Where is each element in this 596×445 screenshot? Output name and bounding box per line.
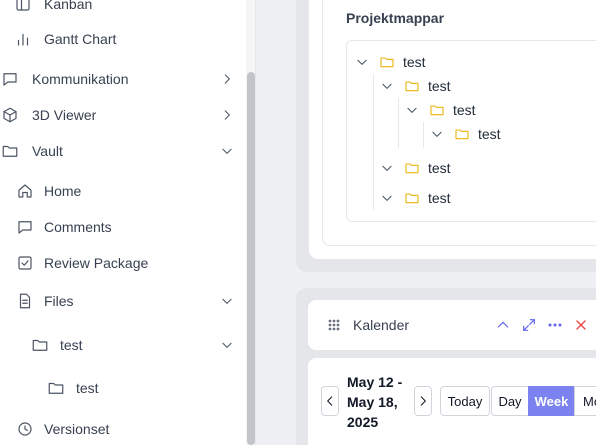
chevron-down-icon[interactable] bbox=[405, 103, 419, 117]
message-square-icon bbox=[16, 218, 34, 236]
message-square-icon bbox=[1, 70, 19, 88]
sidebar-item-label: Vault bbox=[32, 143, 63, 159]
tree-guide-line bbox=[398, 98, 399, 148]
tree-node[interactable]: test bbox=[355, 51, 426, 73]
sidebar-item-kanban[interactable]: Kanban bbox=[0, 0, 244, 20]
sidebar-item-vault[interactable]: Vault bbox=[0, 135, 244, 167]
next-week-button[interactable] bbox=[414, 386, 432, 416]
sidebar-item-label: Kanban bbox=[44, 0, 93, 12]
file-text-icon bbox=[16, 292, 34, 310]
tree-node[interactable]: test bbox=[430, 123, 501, 145]
chevron-down-icon bbox=[219, 337, 235, 353]
sidebar-item-label: Versionset bbox=[44, 421, 110, 437]
sidebar-item-folder-test[interactable]: test bbox=[0, 329, 244, 361]
home-icon bbox=[16, 182, 34, 200]
tree-node[interactable]: test bbox=[380, 187, 451, 209]
folder-icon bbox=[429, 102, 445, 118]
folder-icon bbox=[47, 379, 65, 397]
sidebar-item-gantt-chart[interactable]: Gantt Chart bbox=[0, 23, 244, 55]
folder-icon bbox=[379, 54, 395, 70]
tree-node-label: test bbox=[478, 126, 501, 142]
check-square-icon bbox=[16, 254, 34, 272]
tree-node-label: test bbox=[428, 78, 451, 94]
chevron-right-icon bbox=[219, 107, 235, 123]
tree-guide-line bbox=[423, 122, 424, 148]
sidebar-item-label: Review Package bbox=[44, 255, 149, 271]
folder-icon bbox=[404, 190, 420, 206]
more-icon[interactable] bbox=[546, 316, 564, 334]
chevron-down-icon[interactable] bbox=[380, 79, 394, 93]
date-range-label: May 12 - May 18, 2025 bbox=[347, 374, 403, 430]
sidebar-item-label: test bbox=[60, 337, 83, 353]
sidebar-scrollbar-thumb[interactable] bbox=[247, 72, 255, 445]
sidebar-item-label: test bbox=[76, 380, 99, 396]
sidebar-item-label: Home bbox=[44, 183, 82, 199]
expand-icon[interactable] bbox=[520, 316, 538, 334]
tree-node-label: test bbox=[428, 190, 451, 206]
chevron-down-icon[interactable] bbox=[380, 191, 394, 205]
kanban-icon bbox=[14, 0, 32, 13]
chevron-down-icon bbox=[219, 293, 235, 309]
sidebar-item-kommunikation[interactable]: Kommunikation bbox=[0, 63, 244, 95]
sidebar-item-review-package[interactable]: Review Package bbox=[0, 247, 244, 279]
sidebar-item-3d-viewer[interactable]: 3D Viewer bbox=[0, 99, 244, 131]
sidebar-item-comments[interactable]: Comments bbox=[0, 211, 244, 243]
chevron-right-icon bbox=[219, 71, 235, 87]
sidebar-item-home[interactable]: Home bbox=[0, 175, 244, 207]
folder-icon bbox=[1, 142, 19, 160]
view-month-button[interactable]: Mo bbox=[574, 386, 596, 416]
view-week-button[interactable]: Week bbox=[528, 386, 575, 416]
chevron-up-icon[interactable] bbox=[494, 316, 512, 334]
prev-week-button[interactable] bbox=[321, 386, 339, 416]
folder-icon bbox=[404, 160, 420, 176]
sidebar-item-versionset[interactable]: Versionset bbox=[0, 413, 244, 445]
close-icon[interactable] bbox=[572, 316, 590, 334]
sidebar: Kanban Gantt Chart Kommunikation 3D View… bbox=[0, 0, 256, 445]
drag-handle-icon[interactable] bbox=[325, 316, 343, 334]
folder-icon bbox=[31, 336, 49, 354]
chevron-down-icon[interactable] bbox=[380, 161, 394, 175]
sidebar-item-subfolder-test[interactable]: test bbox=[0, 372, 244, 404]
bar-chart-icon bbox=[14, 30, 32, 48]
tree-node-label: test bbox=[428, 160, 451, 176]
today-button[interactable]: Today bbox=[440, 386, 490, 416]
kalender-title: Kalender bbox=[353, 317, 410, 333]
tree-node[interactable]: test bbox=[405, 99, 476, 121]
chevron-down-icon[interactable] bbox=[355, 55, 369, 69]
sidebar-item-label: 3D Viewer bbox=[32, 107, 97, 123]
chevron-down-icon[interactable] bbox=[430, 127, 444, 141]
tree-node[interactable]: test bbox=[380, 75, 451, 97]
projektmappar-title: Projektmappar bbox=[346, 10, 445, 26]
clock-icon bbox=[16, 420, 34, 438]
sidebar-item-label: Files bbox=[44, 293, 74, 309]
tree-node-label: test bbox=[403, 54, 426, 70]
tree-node-label: test bbox=[453, 102, 476, 118]
sidebar-item-label: Comments bbox=[44, 219, 112, 235]
sidebar-item-label: Kommunikation bbox=[32, 71, 129, 87]
chevron-down-icon bbox=[219, 143, 235, 159]
cube-icon bbox=[1, 106, 19, 124]
tree-node[interactable]: test bbox=[380, 157, 451, 179]
sidebar-item-label: Gantt Chart bbox=[44, 31, 117, 47]
folder-icon bbox=[404, 78, 420, 94]
folder-icon bbox=[454, 126, 470, 142]
sidebar-item-files[interactable]: Files bbox=[0, 285, 244, 317]
tree-guide-line bbox=[373, 74, 374, 210]
view-day-button[interactable]: Day bbox=[491, 386, 529, 416]
